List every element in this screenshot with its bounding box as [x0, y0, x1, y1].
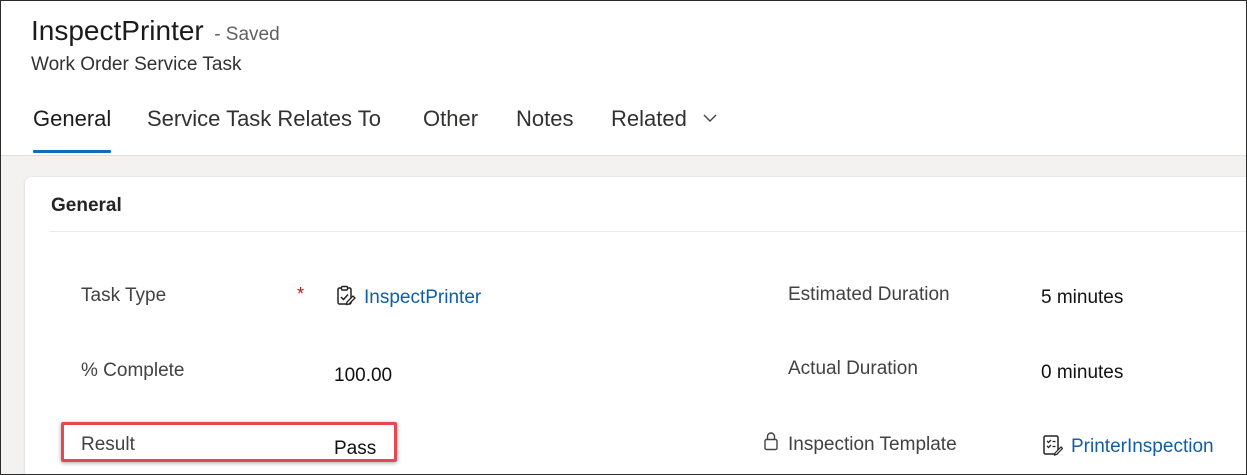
tab-notes[interactable]: Notes: [516, 101, 573, 153]
percent-complete-value[interactable]: 100.00: [334, 365, 392, 387]
inspection-template-value[interactable]: PrinterInspection: [1041, 435, 1214, 458]
actual-duration-value[interactable]: 0 minutes: [1041, 362, 1123, 384]
result-label: Result: [81, 434, 135, 455]
form-header: InspectPrinter - Saved Work Order Servic…: [1, 1, 1246, 156]
required-indicator: *: [297, 284, 305, 304]
section-divider: [49, 231, 1246, 232]
tab-label: Related: [611, 106, 687, 131]
app-window: InspectPrinter - Saved Work Order Servic…: [0, 0, 1247, 475]
tab-other[interactable]: Other: [423, 101, 478, 153]
actual-duration-label: Actual Duration: [788, 358, 918, 379]
chevron-down-icon: [703, 114, 717, 123]
tab-general[interactable]: General: [33, 101, 112, 153]
inspection-template-label: Inspection Template: [788, 434, 957, 455]
title-row: InspectPrinter - Saved: [31, 15, 280, 47]
tab-service-task-relates-to[interactable]: Service Task Relates To: [147, 101, 381, 153]
inspection-icon: [1043, 435, 1063, 456]
general-section-card: General: [25, 177, 1246, 474]
record-title: InspectPrinter: [31, 15, 204, 46]
tab-label: Service Task Relates To: [147, 106, 381, 131]
task-type-label: Task Type: [81, 285, 167, 306]
entity-name: Work Order Service Task: [31, 54, 242, 75]
estimated-duration-label: Estimated Duration: [788, 284, 950, 305]
task-type-value[interactable]: InspectPrinter: [334, 285, 481, 309]
tab-label: Notes: [516, 106, 574, 131]
section-title: General: [51, 195, 122, 216]
tab-related[interactable]: Related: [611, 101, 717, 153]
percent-complete-label: % Complete: [81, 360, 185, 381]
task-type-link[interactable]: InspectPrinter: [364, 287, 481, 308]
task-type-icon: [337, 285, 356, 306]
result-value[interactable]: Pass: [334, 438, 376, 460]
estimated-duration-value[interactable]: 5 minutes: [1041, 287, 1123, 309]
inspection-template-link[interactable]: PrinterInspection: [1071, 436, 1214, 457]
save-status: - Saved: [214, 24, 280, 45]
tab-label: Other: [423, 106, 479, 131]
tab-label: General: [33, 106, 112, 131]
lock-icon: [764, 432, 778, 451]
